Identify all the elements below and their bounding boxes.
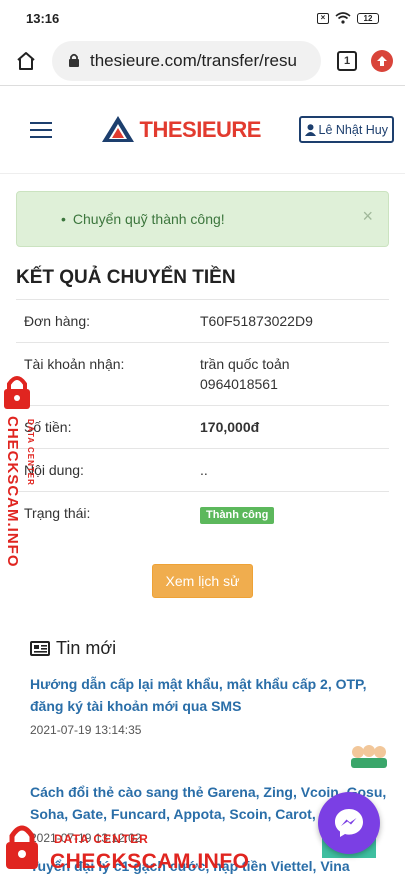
logo-emblem-icon	[101, 115, 134, 142]
table-row: Số tiền: 170,000đ	[16, 405, 389, 449]
history-wrap: Xem lịch sử	[0, 564, 405, 598]
status-icons: × 12	[317, 12, 379, 24]
site-logo[interactable]: THESIEURE	[100, 114, 261, 146]
menu-button[interactable]	[30, 121, 52, 138]
close-icon[interactable]: ×	[362, 206, 373, 227]
menu-bar-icon	[30, 121, 52, 124]
table-row: Tài khoản nhận: trần quốc toản 096401856…	[16, 342, 389, 406]
status-time: 13:16	[26, 10, 60, 26]
people-thumbnail-icon	[351, 745, 387, 768]
view-history-button[interactable]: Xem lịch sử	[151, 564, 254, 598]
upload-arrow-icon	[377, 55, 387, 66]
watermark-lock-icon	[6, 825, 38, 869]
menu-bar-icon	[30, 128, 52, 131]
watermark-lock-icon	[4, 376, 30, 409]
user-name: Lê Nhật Huy	[318, 122, 388, 137]
status-badge: Thành công	[200, 507, 275, 524]
logo-text: THESIEURE	[139, 116, 262, 142]
address-bar[interactable]: thesieure.com/transfer/resu	[52, 40, 321, 81]
recipient-cell: trần quốc toản 0964018561	[192, 342, 389, 406]
url-text: thesieure.com/transfer/resu	[90, 50, 297, 70]
home-icon	[17, 51, 35, 70]
notification-muted-icon: ×	[317, 12, 329, 24]
table-row: Nội dung: ..	[16, 448, 389, 492]
lock-icon	[69, 53, 79, 67]
wifi-icon	[335, 12, 351, 24]
table-row: Trạng thái: Thành công	[16, 491, 389, 535]
battery-icon: 12	[357, 12, 379, 24]
news-heading: Tin mới	[30, 638, 389, 659]
alert-message: Chuyển quỹ thành công!	[72, 211, 225, 227]
watermark-text: CHECKSCAM.INFO	[50, 850, 250, 873]
watermark-subtext: DATA CENTER	[26, 419, 35, 486]
browser-toolbar: thesieure.com/transfer/resu 1	[0, 36, 405, 86]
table-row: Đơn hàng: T60F51873022D9	[16, 299, 389, 343]
watermark-side: CHECKSCAM.INFO DATA CENTER	[2, 374, 46, 574]
watermark-text: CHECKSCAM.INFO	[4, 416, 21, 568]
messenger-chat-button[interactable]	[318, 792, 380, 854]
row-label: Đơn hàng:	[16, 299, 192, 343]
recipient-name: trần quốc toản	[200, 356, 290, 372]
menu-bar-icon	[30, 135, 52, 138]
news-item-time: 2021-07-19 13:14:35	[30, 723, 142, 737]
extension-button[interactable]	[371, 49, 393, 72]
result-table: Đơn hàng: T60F51873022D9 Tài khoản nhận:…	[16, 299, 389, 535]
amount-value: 170,000đ	[192, 405, 389, 449]
tab-switcher-button[interactable]: 1	[337, 50, 357, 71]
home-button[interactable]	[12, 47, 40, 75]
watermark-subtext: DATA CENTER	[54, 832, 149, 846]
success-alert: • Chuyển quỹ thành công! ×	[16, 191, 389, 247]
recipient-phone: 0964018561	[200, 376, 278, 392]
status-cell: Thành công	[192, 491, 389, 535]
news-heading-text: Tin mới	[56, 638, 117, 658]
order-id: T60F51873022D9	[192, 299, 389, 343]
site-header: THESIEURE Lê Nhật Huy	[0, 86, 405, 174]
user-icon	[304, 123, 316, 136]
content-value: ..	[192, 448, 389, 492]
newspaper-icon	[30, 641, 50, 656]
news-item[interactable]: Hướng dẫn cấp lại mật khẩu, mật khẩu cấp…	[30, 673, 389, 737]
user-account-button[interactable]: Lê Nhật Huy	[298, 116, 394, 143]
result-title: KẾT QUẢ CHUYỂN TIỀN	[16, 267, 236, 288]
news-thumbnail	[30, 743, 389, 769]
bullet-icon: •	[61, 211, 66, 227]
messenger-icon	[335, 809, 363, 837]
status-bar: 13:16 × 12	[0, 0, 405, 36]
watermark-bottom: DATA CENTER CHECKSCAM.INFO	[4, 822, 264, 878]
news-item-title[interactable]: Hướng dẫn cấp lại mật khẩu, mật khẩu cấp…	[30, 673, 389, 717]
